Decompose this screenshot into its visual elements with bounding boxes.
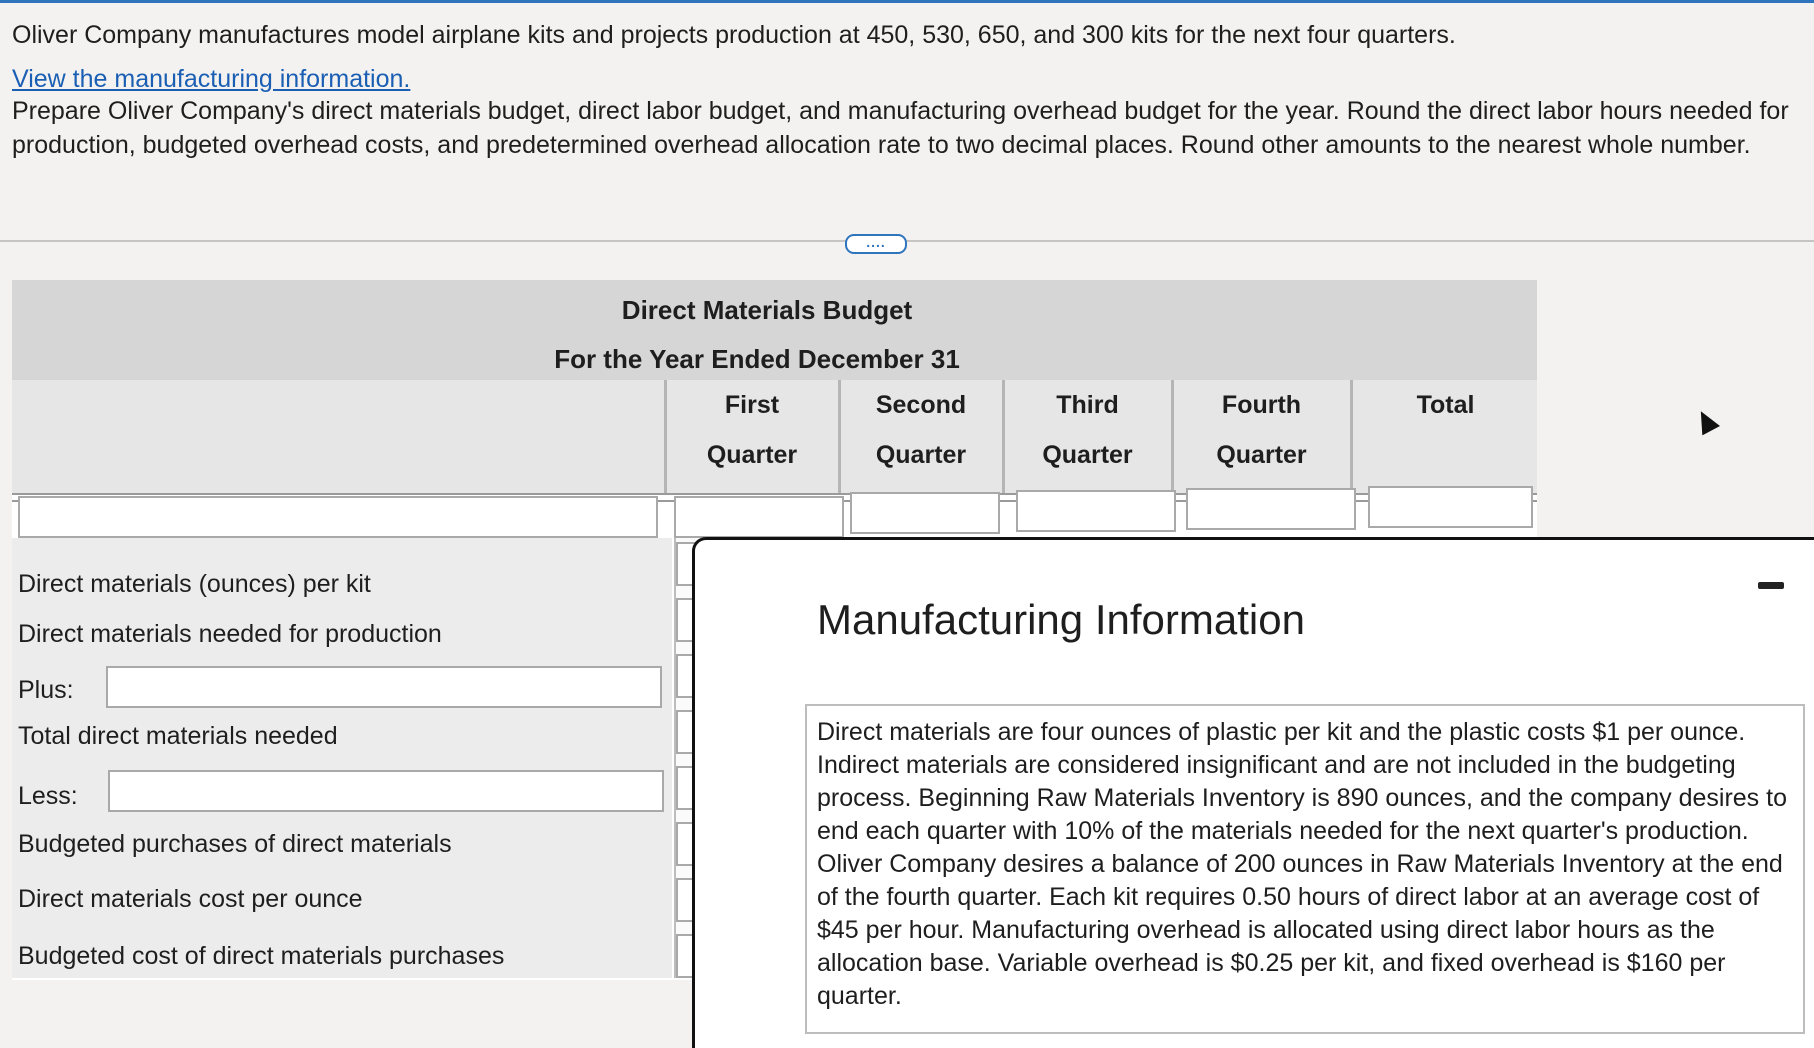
expand-more-button[interactable]: .... (845, 234, 907, 254)
first-quarter-input[interactable] (674, 496, 844, 538)
question-intro: Oliver Company manufactures model airpla… (12, 21, 1456, 49)
question-instructions: Prepare Oliver Company's direct material… (12, 97, 1789, 159)
col-header-second-quarter: Second Quarter (838, 380, 1001, 495)
row-total-needed: Total direct materials needed (18, 722, 338, 750)
row-dm-needed: Direct materials needed for production (18, 620, 442, 648)
total-input[interactable] (1368, 486, 1533, 528)
budget-title: Direct Materials Budget (621, 295, 913, 325)
row-label-input[interactable] (18, 496, 658, 538)
less-item-input[interactable] (108, 770, 664, 812)
third-quarter-input[interactable] (1016, 490, 1176, 532)
col-header-total: Total (1350, 380, 1538, 495)
view-manufacturing-info-link[interactable]: View the manufacturing information. (12, 62, 410, 96)
budget-subtitle: For the Year Ended December 31 (554, 344, 960, 374)
modal-title: Manufacturing Information (817, 596, 1305, 643)
col-header-third-quarter: Third Quarter (1002, 380, 1170, 495)
mouse-cursor-icon (1692, 406, 1720, 436)
col-header-fourth-quarter: Fourth Quarter (1171, 380, 1349, 495)
row-budgeted-cost: Budgeted cost of direct materials purcha… (18, 942, 505, 970)
col-header-first-quarter: First Quarter (664, 380, 837, 495)
minimize-icon[interactable] (1758, 582, 1784, 589)
manufacturing-info-text: Direct materials are four ounces of plas… (805, 704, 1805, 1034)
second-quarter-input[interactable] (850, 492, 1000, 534)
section-divider (0, 240, 1814, 242)
row-plus-label: Plus: (18, 676, 74, 704)
row-cost-per-ounce: Direct materials cost per ounce (18, 885, 363, 913)
fourth-quarter-input[interactable] (1186, 488, 1356, 530)
row-dm-per-kit: Direct materials (ounces) per kit (18, 570, 371, 598)
manufacturing-info-modal: Manufacturing Information Direct materia… (692, 537, 1814, 1048)
row-less-label: Less: (18, 782, 78, 810)
plus-item-input[interactable] (106, 666, 662, 708)
row-budgeted-purchases: Budgeted purchases of direct materials (18, 830, 452, 858)
top-accent-bar (0, 0, 1814, 3)
